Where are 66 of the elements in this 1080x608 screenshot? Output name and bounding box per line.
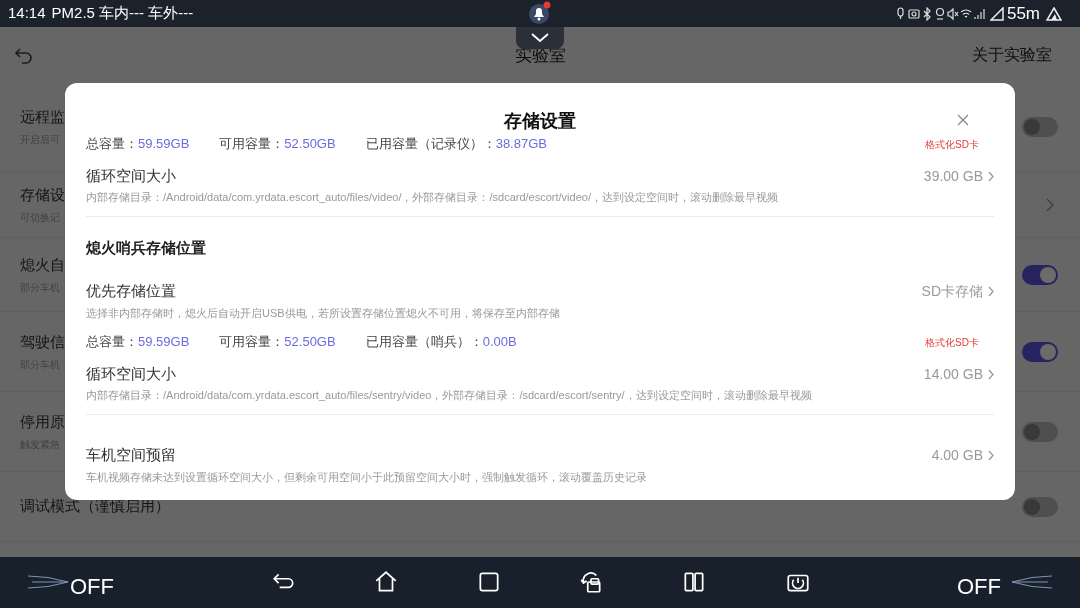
clock-time: 14:14	[8, 3, 46, 24]
dialog-title: 存储设置	[504, 109, 576, 133]
warning-icon	[1046, 6, 1062, 21]
setting-value[interactable]: SD卡存储	[921, 281, 983, 302]
signal-bars-icon	[972, 6, 985, 21]
stat-value: 38.87GB	[495, 135, 547, 154]
setting-description: 内部存储目录：/Android/data/com.yrdata.escort_auto/files/video/，外部存储目录：/sdcard/escort/video/，达到设定空间时，滚动删除最早视频	[86, 190, 779, 205]
stat-label: 已用容量（记录仪）：	[365, 135, 496, 154]
webcam-icon	[933, 6, 946, 21]
setting-title: 远程监	[20, 106, 65, 127]
stat-value: 59.59GB	[138, 333, 190, 352]
fan-icon	[1012, 572, 1052, 592]
fan-status[interactable]: OFF	[70, 570, 114, 603]
stat-label: 总容量：	[86, 135, 138, 154]
toggle-switch[interactable]	[1022, 421, 1058, 442]
chevron-right-icon[interactable]	[988, 450, 994, 461]
fan-icon	[28, 572, 68, 592]
split-screen-icon[interactable]	[578, 569, 604, 595]
close-icon	[957, 114, 969, 126]
about-link[interactable]: 关于实验室	[972, 42, 1052, 67]
stat-value: 52.50GB	[284, 135, 336, 154]
toggle-switch[interactable]	[1022, 496, 1058, 517]
setting-description: 内部存储目录：/Android/data/com.yrdata.escort_auto/files/sentry/video，外部存储目录：/sdcard/escort/sentry/，达到设定空间时，滚动删除最早视频	[86, 388, 813, 403]
setting-value[interactable]: 14.00 GB	[923, 363, 983, 385]
setting-title: 车机空间预留	[86, 445, 177, 466]
setting-title: 驾驶信	[20, 331, 65, 352]
chevron-right-icon[interactable]	[988, 368, 994, 380]
format-sd-link[interactable]: 格式化SD卡	[925, 334, 979, 350]
recent-apps-icon[interactable]	[476, 569, 502, 595]
stat-label: 可用容量：	[219, 333, 285, 352]
toggle-switch[interactable]	[1022, 116, 1058, 137]
fan-status[interactable]: OFF	[957, 570, 1001, 603]
chevron-right-icon[interactable]	[988, 286, 994, 297]
format-sd-link[interactable]: 格式化SD卡	[925, 136, 979, 152]
stat-label: 总容量：	[86, 333, 138, 352]
stat-value: 59.59GB	[138, 135, 190, 154]
setting-title: 停用原	[20, 411, 65, 432]
mute-icon	[946, 6, 959, 21]
pull-down-tab[interactable]	[516, 27, 564, 49]
notification-bell-icon[interactable]	[528, 1, 552, 25]
toggle-switch[interactable]	[1022, 264, 1058, 285]
air-quality-text: PM2.5 车内--- 车外---	[51, 3, 194, 24]
chevron-down-icon	[531, 33, 549, 43]
setting-title: 调试模式（谨慎启用）	[20, 496, 170, 517]
setting-title: 熄火自	[20, 254, 65, 275]
chevron-right-icon[interactable]	[988, 170, 994, 182]
stat-value: 52.50GB	[284, 333, 336, 352]
stat-value: 0.00B	[482, 333, 517, 352]
chevron-right-icon[interactable]	[1046, 197, 1054, 212]
setting-value[interactable]: 4.00 GB	[931, 445, 983, 466]
setting-description: 车机视频存储未达到设置循环空间大小，但剩余可用空间小于此预留空间大小时，强制触发循环，滚动覆盖历史记录	[86, 469, 648, 485]
stat-label: 已用容量（哨兵）：	[365, 333, 483, 352]
setting-title: 循环空间大小	[86, 363, 177, 384]
setting-title: 优先存储位置	[86, 281, 177, 302]
home-icon[interactable]	[373, 569, 399, 595]
setting-title: 存储设	[20, 184, 65, 205]
stat-label: 可用容量：	[219, 135, 285, 154]
setting-description: 选择非内部存储时，熄火后自动开启USB供电，若所设置存储位置熄火不可用，将保存至内部存储	[86, 305, 561, 321]
data-reading: 55m	[1006, 2, 1040, 25]
microphone-icon	[894, 6, 907, 21]
columns-icon[interactable]	[681, 569, 707, 595]
toggle-switch[interactable]	[1022, 341, 1058, 362]
section-heading: 熄火哨兵存储位置	[86, 237, 207, 258]
signal-icon	[989, 6, 1004, 21]
setting-value[interactable]: 39.00 GB	[923, 165, 983, 187]
setting-title: 循环空间大小	[86, 165, 177, 186]
